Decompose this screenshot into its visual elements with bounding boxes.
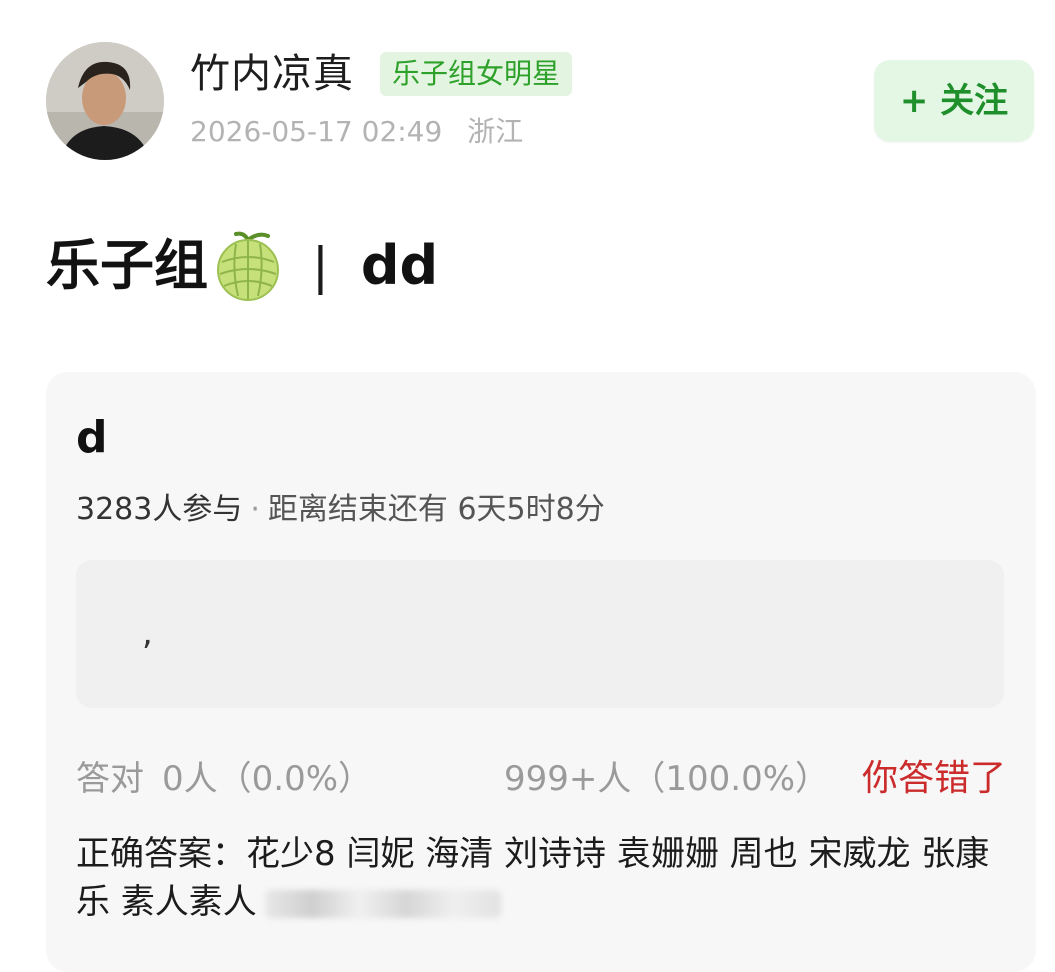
wrong-result-label: 你答错了 xyxy=(861,758,1006,799)
correct-stat: 答对 0人（0.0%） xyxy=(76,754,372,804)
user-answer-box[interactable]: , xyxy=(76,560,1004,708)
melon-icon xyxy=(214,230,282,302)
wrong-count: 999+人（100.0%） xyxy=(504,759,830,799)
user-answer-text: , xyxy=(142,613,153,653)
post-meta: 2026-05-17 02:49 浙江 xyxy=(190,112,539,152)
avatar[interactable] xyxy=(46,42,164,160)
time-remaining: 距离结束还有 6天5时8分 xyxy=(267,492,605,527)
correct-answer-text: 正确答案：花少8 闫妮 海清 刘诗诗 袁姗姗 周也 宋威龙 张康乐 素人素人 xyxy=(76,834,990,922)
blurred-text xyxy=(264,889,501,918)
quiz-card[interactable]: d 3283人参与 · 距离结束还有 6天5时8分 , 答对 0人（0.0%） 999… xyxy=(46,372,1036,972)
title-separator: | xyxy=(312,237,329,295)
post-timestamp: 2026-05-17 02:49 xyxy=(190,115,443,148)
correct-label: 答对 xyxy=(76,759,144,799)
post-title-left: 乐子组 xyxy=(46,234,208,297)
correct-count: 0人（0.0%） xyxy=(162,759,373,799)
correct-answer: 正确答案：花少8 闫妮 海清 刘诗诗 袁姗姗 周也 宋威龙 张康乐 素人素人 xyxy=(76,830,996,926)
post-title-right: dd xyxy=(360,234,439,297)
quiz-question: d xyxy=(76,412,108,463)
post-title: 乐子组 | dd xyxy=(46,226,438,306)
user-avatar-icon xyxy=(46,42,164,160)
quiz-stats: 3283人参与 · 距离结束还有 6天5时8分 xyxy=(76,490,605,530)
result-row: 答对 0人（0.0%） 999+人（100.0%） 你答错了 xyxy=(76,754,1006,804)
stats-separator: · xyxy=(250,492,260,527)
participant-count: 3283人参与 xyxy=(76,492,243,527)
follow-button[interactable]: + 关注 xyxy=(874,60,1034,142)
username[interactable]: 竹内凉真 xyxy=(190,46,354,102)
post-location: 浙江 xyxy=(467,115,524,148)
user-title-badge: 乐子组女明星 xyxy=(380,52,573,96)
